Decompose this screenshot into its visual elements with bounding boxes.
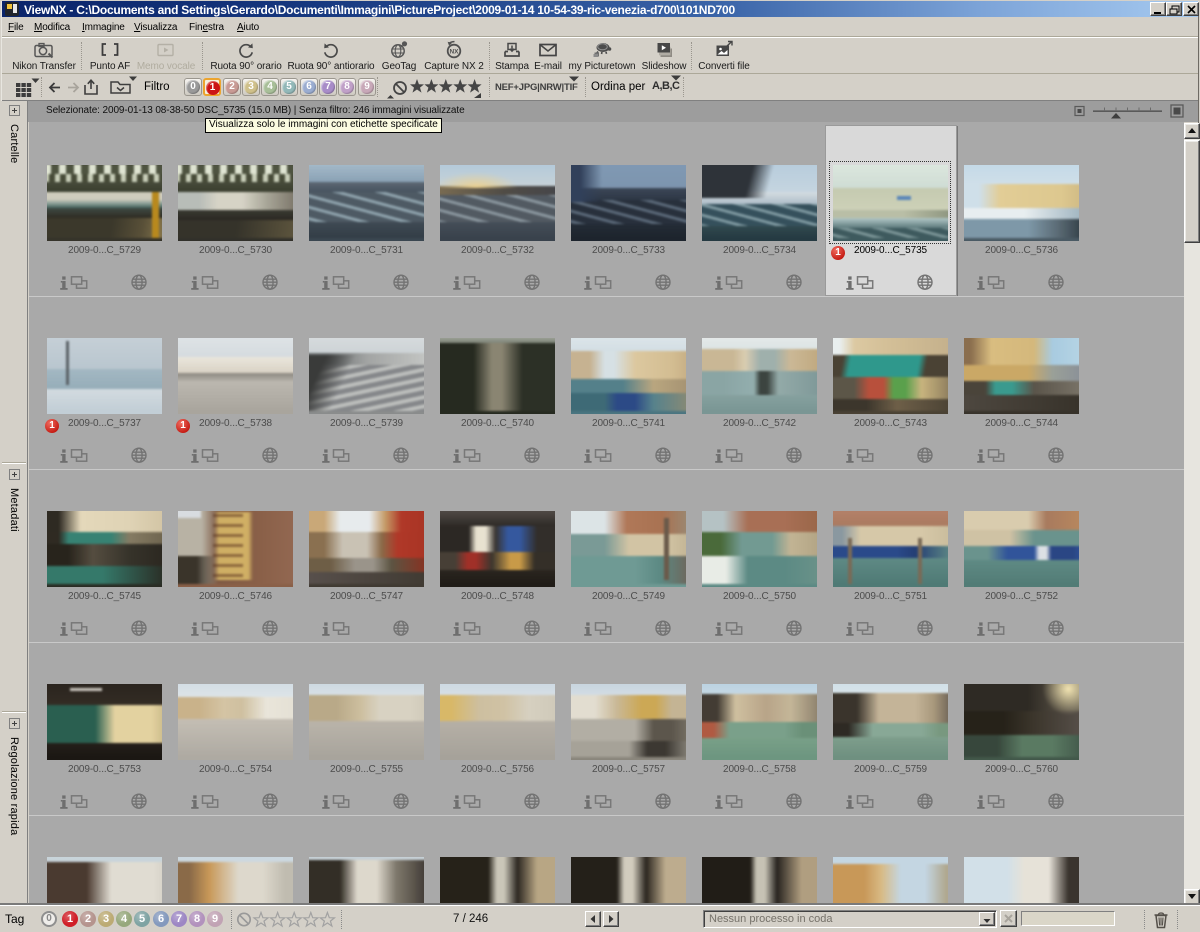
svg-text:NX: NX [449,49,459,56]
